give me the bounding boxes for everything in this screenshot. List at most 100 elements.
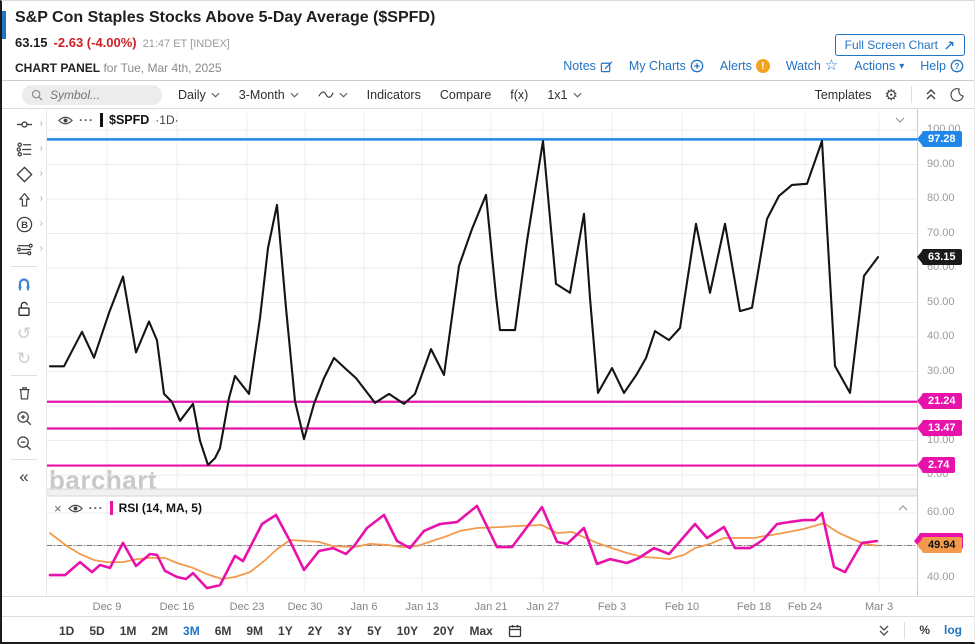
- link-actions[interactable]: Actions▾: [854, 59, 904, 73]
- date-tick: Feb 24: [788, 601, 822, 613]
- unlock-tool[interactable]: [2, 296, 46, 321]
- menu-compare[interactable]: Compare: [440, 88, 491, 102]
- rsi-tick: 60.00: [927, 506, 955, 518]
- star-icon: ☆: [825, 60, 838, 72]
- menu-indicators[interactable]: Indicators: [367, 88, 421, 102]
- expander-icon[interactable]: ›: [40, 168, 43, 179]
- date-tick: Mar 3: [865, 601, 893, 613]
- range-2m[interactable]: 2M: [151, 624, 168, 638]
- chart-panel-window: S&P Con Staples Stocks Above 5-Day Avera…: [0, 0, 975, 644]
- price-badge: 13.47: [922, 420, 962, 436]
- zoom-in-tool[interactable]: [2, 405, 46, 430]
- tools-divider: [11, 459, 37, 460]
- more-icon[interactable]: ···: [89, 501, 104, 515]
- tools-divider: [11, 266, 37, 267]
- date-tick: Feb 3: [598, 601, 626, 613]
- range-2y[interactable]: 2Y: [308, 624, 323, 638]
- eye-icon[interactable]: [68, 503, 83, 514]
- price-badge: 97.28: [922, 131, 962, 147]
- gear-icon[interactable]: ⚙: [885, 86, 898, 104]
- menu-label: Compare: [440, 88, 491, 102]
- range-5y[interactable]: 5Y: [367, 624, 382, 638]
- range-9m[interactable]: 9M: [246, 624, 263, 638]
- expander-icon[interactable]: ›: [40, 143, 43, 154]
- eye-icon[interactable]: [58, 115, 73, 126]
- panel-caption: CHART PANEL for Tue, Mar 4th, 2025: [15, 61, 222, 75]
- footer-divider: [904, 622, 905, 639]
- range-3y[interactable]: 3Y: [337, 624, 352, 638]
- range-1y[interactable]: 1Y: [278, 624, 293, 638]
- menu-1x1[interactable]: 1x1: [547, 88, 581, 102]
- price-change: -2.63 (-4.00%): [54, 35, 137, 50]
- range-max[interactable]: Max: [470, 624, 493, 638]
- link-alerts[interactable]: Alerts!: [720, 59, 770, 73]
- time-axis[interactable]: Dec 9Dec 16Dec 23Dec 30Jan 6Jan 13Jan 21…: [2, 596, 975, 617]
- quote-line: 63.15 -2.63 (-4.00%) 21:47 ET [INDEX]: [15, 35, 230, 50]
- calendar-icon[interactable]: [508, 624, 522, 638]
- trendline-tool[interactable]: ›: [2, 137, 46, 162]
- price-axis[interactable]: 100.0090.0080.0070.0060.0050.0040.0030.0…: [917, 1, 975, 644]
- expander-icon[interactable]: ›: [40, 243, 43, 254]
- link-watch[interactable]: Watch☆: [786, 59, 838, 73]
- notes-icon: [600, 60, 613, 73]
- expander-icon[interactable]: ›: [40, 218, 43, 229]
- menu-line-style[interactable]: [318, 89, 348, 100]
- symbol-search-input[interactable]: [48, 87, 153, 103]
- title-accent-bar: [2, 11, 6, 39]
- menu-3-month[interactable]: 3-Month: [239, 88, 299, 102]
- price-tick: 40.00: [927, 330, 955, 342]
- expander-icon[interactable]: ›: [40, 118, 43, 129]
- menu-label: 3-Month: [239, 88, 285, 102]
- delete-tool[interactable]: [2, 380, 46, 405]
- magnet-tool[interactable]: [2, 271, 46, 296]
- collapse-down-icon[interactable]: [878, 624, 890, 637]
- price-series-legend[interactable]: ··· $SPFD ·1D·: [58, 113, 179, 127]
- range-1m[interactable]: 1M: [120, 624, 137, 638]
- range-1d[interactable]: 1D: [59, 624, 74, 638]
- range-toolbar: 1D 5D 1M 2M 3M 6M 9M 1Y 2Y 3Y 5Y 10Y 20Y Max: [2, 616, 975, 644]
- chevron-down-icon: [339, 92, 348, 98]
- shapes-tool[interactable]: ›: [2, 162, 46, 187]
- templates-button[interactable]: Templates: [815, 88, 872, 102]
- range-5d[interactable]: 5D: [89, 624, 104, 638]
- redo-tool: ↻: [2, 346, 46, 371]
- range-6m[interactable]: 6M: [215, 624, 232, 638]
- link-notes[interactable]: Notes: [563, 59, 613, 73]
- circle-plus-icon: [690, 59, 704, 73]
- rsi-legend[interactable]: × ··· RSI (14, MA, 5): [54, 501, 202, 515]
- date-tick: Jan 21: [474, 601, 507, 613]
- date-tick: Dec 9: [93, 601, 122, 613]
- quote-time: 21:47 ET [INDEX]: [143, 38, 230, 50]
- link-label: Notes: [563, 59, 596, 73]
- expander-icon[interactable]: ›: [40, 193, 43, 204]
- annotation-b-tool[interactable]: B›: [2, 212, 46, 237]
- price-badge: 49.94: [922, 537, 962, 553]
- price-badge: 63.15: [922, 249, 962, 265]
- crosshair-tool[interactable]: ›: [2, 112, 46, 137]
- link-label: Actions: [854, 59, 895, 73]
- menu-f-x[interactable]: f(x): [510, 88, 528, 102]
- zoom-out-tool[interactable]: [2, 430, 46, 455]
- date-tick: Dec 16: [160, 601, 195, 613]
- range-20y[interactable]: 20Y: [433, 624, 454, 638]
- chevron-down-icon: [573, 92, 582, 98]
- range-3m[interactable]: 3M: [183, 624, 200, 638]
- page-title: S&P Con Staples Stocks Above 5-Day Avera…: [15, 9, 435, 27]
- date-tick: Feb 10: [665, 601, 699, 613]
- more-icon[interactable]: ···: [79, 113, 94, 127]
- link-label: Alerts: [720, 59, 752, 73]
- menu-label: Indicators: [367, 88, 421, 102]
- menu-daily[interactable]: Daily: [178, 88, 220, 102]
- arrow-tool[interactable]: ›: [2, 187, 46, 212]
- symbol-search[interactable]: [22, 85, 162, 105]
- adjust-lines-tool[interactable]: ›: [2, 237, 46, 262]
- price-tick: 80.00: [927, 192, 955, 204]
- series-color-bar: [100, 113, 103, 127]
- collapse-tools[interactable]: «: [2, 464, 46, 489]
- rsi-collapse-chevron-icon[interactable]: [898, 505, 908, 511]
- range-10y[interactable]: 10Y: [397, 624, 418, 638]
- link-my-charts[interactable]: My Charts: [629, 59, 704, 73]
- series-menu-chevron-icon[interactable]: [895, 117, 905, 123]
- menu-label: f(x): [510, 88, 528, 102]
- close-icon[interactable]: ×: [54, 503, 62, 514]
